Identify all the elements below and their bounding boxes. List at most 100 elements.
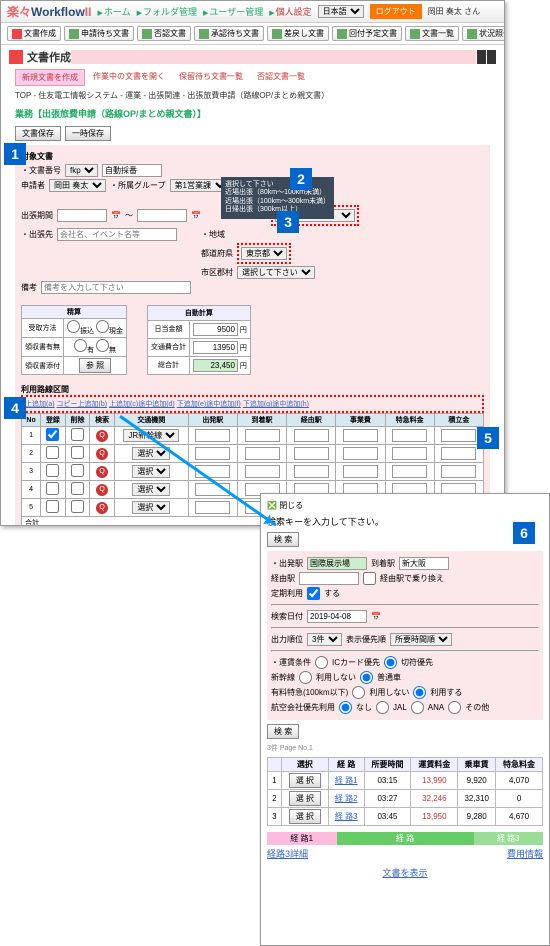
applicant-select[interactable]: 岡田 奏太 (49, 179, 106, 192)
fare3[interactable] (441, 465, 476, 478)
tab-2[interactable]: 保留待ち文書一覧 (173, 69, 249, 86)
via-cell[interactable] (294, 447, 329, 460)
route-bar-3[interactable]: 経 路3 (474, 832, 544, 845)
dep-input[interactable] (195, 429, 230, 442)
search-icon[interactable]: Q (96, 484, 108, 496)
route-link[interactable]: 下追加(e)途中追加(f) (177, 401, 241, 408)
toolbar-4[interactable]: 差戻し文書 (267, 26, 329, 41)
search-button-2[interactable]: 検 索 (267, 724, 299, 739)
fare1[interactable] (343, 429, 378, 442)
fare3[interactable] (441, 429, 476, 442)
browse-button[interactable]: 参 照 (79, 358, 111, 373)
remarks-input[interactable] (41, 281, 191, 294)
route-link-1[interactable]: 経 路1 (335, 776, 358, 785)
teiki-chk[interactable] (307, 587, 320, 600)
toolbar-3[interactable]: 承認待ち文書 (194, 26, 264, 41)
fare2[interactable] (392, 447, 427, 460)
tab-3[interactable]: 否認文書一覧 (251, 69, 311, 86)
docno-prefix[interactable]: fkp (65, 164, 98, 177)
bullet-normal[interactable] (360, 671, 373, 684)
dest-input[interactable] (57, 228, 177, 241)
search-date[interactable] (307, 610, 367, 623)
fare1[interactable] (343, 465, 378, 478)
air-none[interactable] (339, 701, 352, 714)
docno-input[interactable] (102, 164, 162, 177)
city-select[interactable]: 選択して下さい (237, 266, 315, 279)
toolbar-7[interactable]: 状況照会 (462, 26, 505, 41)
toolbar-1[interactable]: 申請待ち文書 (64, 26, 134, 41)
route-link[interactable]: 上追加(a) (25, 401, 55, 408)
air-jal[interactable] (376, 701, 389, 714)
row-reg[interactable] (46, 482, 59, 495)
via-transfer-chk[interactable] (363, 572, 376, 585)
via-cell[interactable] (294, 429, 329, 442)
save-button[interactable]: 文書保存 (15, 126, 61, 141)
route-link[interactable]: 下追加(g)途中追加(h) (243, 401, 309, 408)
tab-1[interactable]: 作業中の文書を開く (87, 69, 171, 86)
show-doc-link[interactable]: 文書を表示 (382, 868, 427, 878)
nav-user[interactable]: ユーザー管理 (203, 5, 263, 18)
air-other[interactable] (448, 701, 461, 714)
logout-button[interactable]: ログアウト (370, 4, 422, 19)
dep-input[interactable] (195, 447, 230, 460)
toolbar-6[interactable]: 文書一覧 (405, 26, 459, 41)
row-reg[interactable] (46, 428, 59, 441)
fare3[interactable] (441, 447, 476, 460)
row-reg[interactable] (46, 464, 59, 477)
out-count[interactable]: 3件 (307, 633, 342, 646)
search-icon[interactable]: Q (96, 430, 108, 442)
route-bar-1[interactable]: 経 路1 (267, 832, 337, 845)
trans-sel[interactable]: 選択 (132, 483, 170, 496)
toolbar-0[interactable]: 文書作成 (7, 26, 61, 41)
arr-input[interactable] (245, 465, 280, 478)
row-del[interactable] (71, 500, 84, 513)
lang-select[interactable]: 日本語 (318, 5, 364, 18)
recv-cash[interactable] (96, 320, 109, 333)
search-icon[interactable]: Q (96, 466, 108, 478)
period-from[interactable] (57, 209, 107, 222)
toolbar-2[interactable]: 否認文書 (137, 26, 191, 41)
recv-transfer[interactable] (67, 320, 80, 333)
trans-sel[interactable]: 選択 (132, 465, 170, 478)
disp-order[interactable]: 所要時間順 (390, 633, 452, 646)
fare2[interactable] (392, 465, 427, 478)
from-input[interactable] (307, 557, 367, 570)
group-select[interactable]: 第1営業課 (170, 179, 229, 192)
search-icon[interactable]: Q (96, 448, 108, 460)
bullet-no[interactable] (299, 671, 312, 684)
nav-home[interactable]: ホーム (97, 5, 130, 18)
close-link[interactable]: 閉じる (279, 501, 303, 510)
row-del[interactable] (71, 482, 84, 495)
arr-input[interactable] (245, 429, 280, 442)
via-cell[interactable] (294, 465, 329, 478)
cond-ticket[interactable] (384, 656, 397, 669)
route-link[interactable]: コピー上追加(b) (57, 401, 108, 408)
route-link-3[interactable]: 経 路3 (335, 812, 358, 821)
edit-icon[interactable] (476, 50, 486, 64)
search-button-top[interactable]: 検 索 (267, 532, 299, 547)
hold-button[interactable]: 一時保存 (65, 126, 111, 141)
nav-folder[interactable]: フォルダ管理 (137, 5, 197, 18)
toolbar-5[interactable]: 回付予定文書 (332, 26, 402, 41)
receipt-yes[interactable] (74, 339, 87, 352)
route-bar-2[interactable]: 経 路 (337, 832, 474, 845)
pref-select[interactable]: 東京都 (241, 247, 287, 260)
receipt-no[interactable] (96, 339, 109, 352)
period-to[interactable] (137, 209, 187, 222)
search-icon[interactable]: Q (96, 502, 108, 514)
row-del[interactable] (71, 446, 84, 459)
cond-ic[interactable] (315, 656, 328, 669)
arr-input[interactable] (245, 447, 280, 460)
select-route-2[interactable]: 選 択 (289, 791, 321, 806)
tab-0[interactable]: 新規文書を作成 (15, 69, 85, 86)
route-link[interactable]: 上追加(c)途中追加(d) (109, 401, 175, 408)
route-link-2[interactable]: 経 路2 (335, 794, 358, 803)
row-reg[interactable] (46, 446, 59, 459)
fare2[interactable] (392, 429, 427, 442)
row-del[interactable] (71, 464, 84, 477)
via-input[interactable] (299, 572, 359, 585)
fare1[interactable] (343, 447, 378, 460)
to-input[interactable] (399, 557, 449, 570)
refresh-icon[interactable] (486, 50, 496, 64)
ltd-no[interactable] (352, 686, 365, 699)
